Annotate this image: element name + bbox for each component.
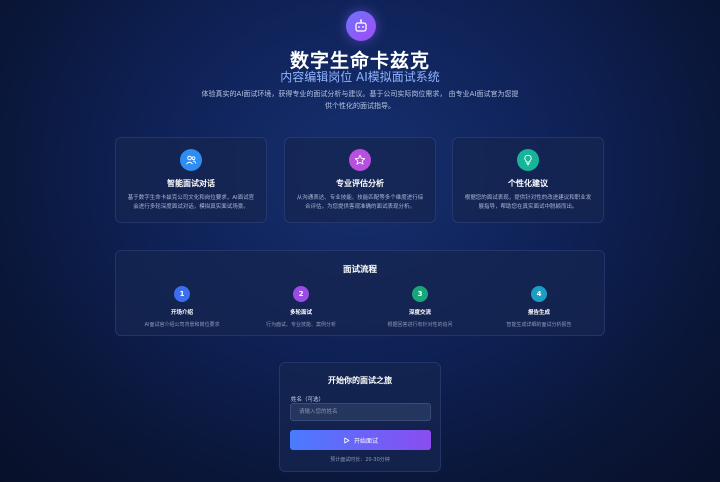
step-description: AI面试官介绍公司背景和岗位要求: [144, 322, 220, 328]
feature-card-advice: 个性化建议 根据您的面试表现，提供针对性的改进建议和职业发展指导，帮助您在真实面…: [452, 137, 604, 223]
step-number: 1: [174, 286, 190, 302]
start-interview-button[interactable]: 开始面试: [290, 430, 431, 450]
star-icon: [349, 149, 371, 171]
step-title: 开场介绍: [170, 310, 193, 316]
process-step: 1 开场介绍 AI面试官介绍公司背景和岗位要求: [132, 286, 232, 328]
step-number: 3: [412, 286, 428, 302]
feature-card-evaluation: 专业评估分析 从沟通表达、专业技能、技能匹配等多个维度进行综合评估，为您提供客观…: [284, 137, 436, 223]
process-section: 面试流程 1 开场介绍 AI面试官介绍公司背景和岗位要求 2 多轮面试 行为面试…: [115, 250, 605, 336]
feature-title: 智能面试对话: [167, 179, 215, 188]
process-step: 2 多轮面试 行为面试、专业技能、案例分析: [251, 286, 351, 328]
process-title: 面试流程: [342, 265, 377, 275]
start-button-label: 开始面试: [353, 437, 378, 445]
step-title: 多轮面试: [289, 310, 312, 316]
feature-description: 根据您的面试表现，提供针对性的改进建议和职业发展指导，帮助您在真实面试中脱颖而出…: [464, 195, 592, 210]
duration-hint: 预计面试时长：20-30分钟: [330, 457, 390, 463]
start-title: 开始你的面试之旅: [328, 376, 392, 385]
users-icon: [180, 149, 202, 171]
step-number: 4: [531, 286, 547, 302]
feature-title: 专业评估分析: [336, 179, 384, 188]
step-number: 2: [293, 286, 309, 302]
page-description: 体验真实的AI面试环境，获得专业的面试分析与建议。基于公司实际岗位需求， 由专业…: [201, 90, 519, 110]
robot-icon: [346, 11, 376, 41]
step-description: 智能生成详细的面试分析报告: [506, 322, 572, 328]
feature-card-dialogue: 智能面试对话 基于数字生命卡兹克公司文化和岗位要求，AI面试官会进行多轮深度面试…: [115, 137, 267, 223]
name-label: 姓名（可选）: [291, 397, 325, 403]
process-step: 4 报告生成 智能生成详细的面试分析报告: [489, 286, 589, 328]
feature-description: 基于数字生命卡兹克公司文化和岗位要求，AI面试官会进行多轮深度面试对话，模拟真实…: [127, 195, 255, 210]
lightbulb-icon: [517, 149, 539, 171]
step-description: 根据回答进行有针对性的追问: [387, 322, 453, 328]
step-title: 深度交流: [408, 310, 431, 316]
process-step: 3 深度交流 根据回答进行有针对性的追问: [370, 286, 470, 328]
play-icon: [344, 437, 350, 443]
start-panel: 开始你的面试之旅 姓名（可选） 开始面试 预计面试时长：20-30分钟: [279, 362, 441, 472]
feature-title: 个性化建议: [508, 179, 548, 188]
step-title: 报告生成: [527, 310, 550, 316]
feature-description: 从沟通表达、专业技能、技能匹配等多个维度进行综合评估，为您提供客观准确的面试表现…: [296, 195, 424, 210]
step-description: 行为面试、专业技能、案例分析: [265, 322, 336, 328]
name-input[interactable]: [290, 403, 431, 421]
page-subtitle: 内容编辑岗位 AI模拟面试系统: [280, 70, 440, 84]
